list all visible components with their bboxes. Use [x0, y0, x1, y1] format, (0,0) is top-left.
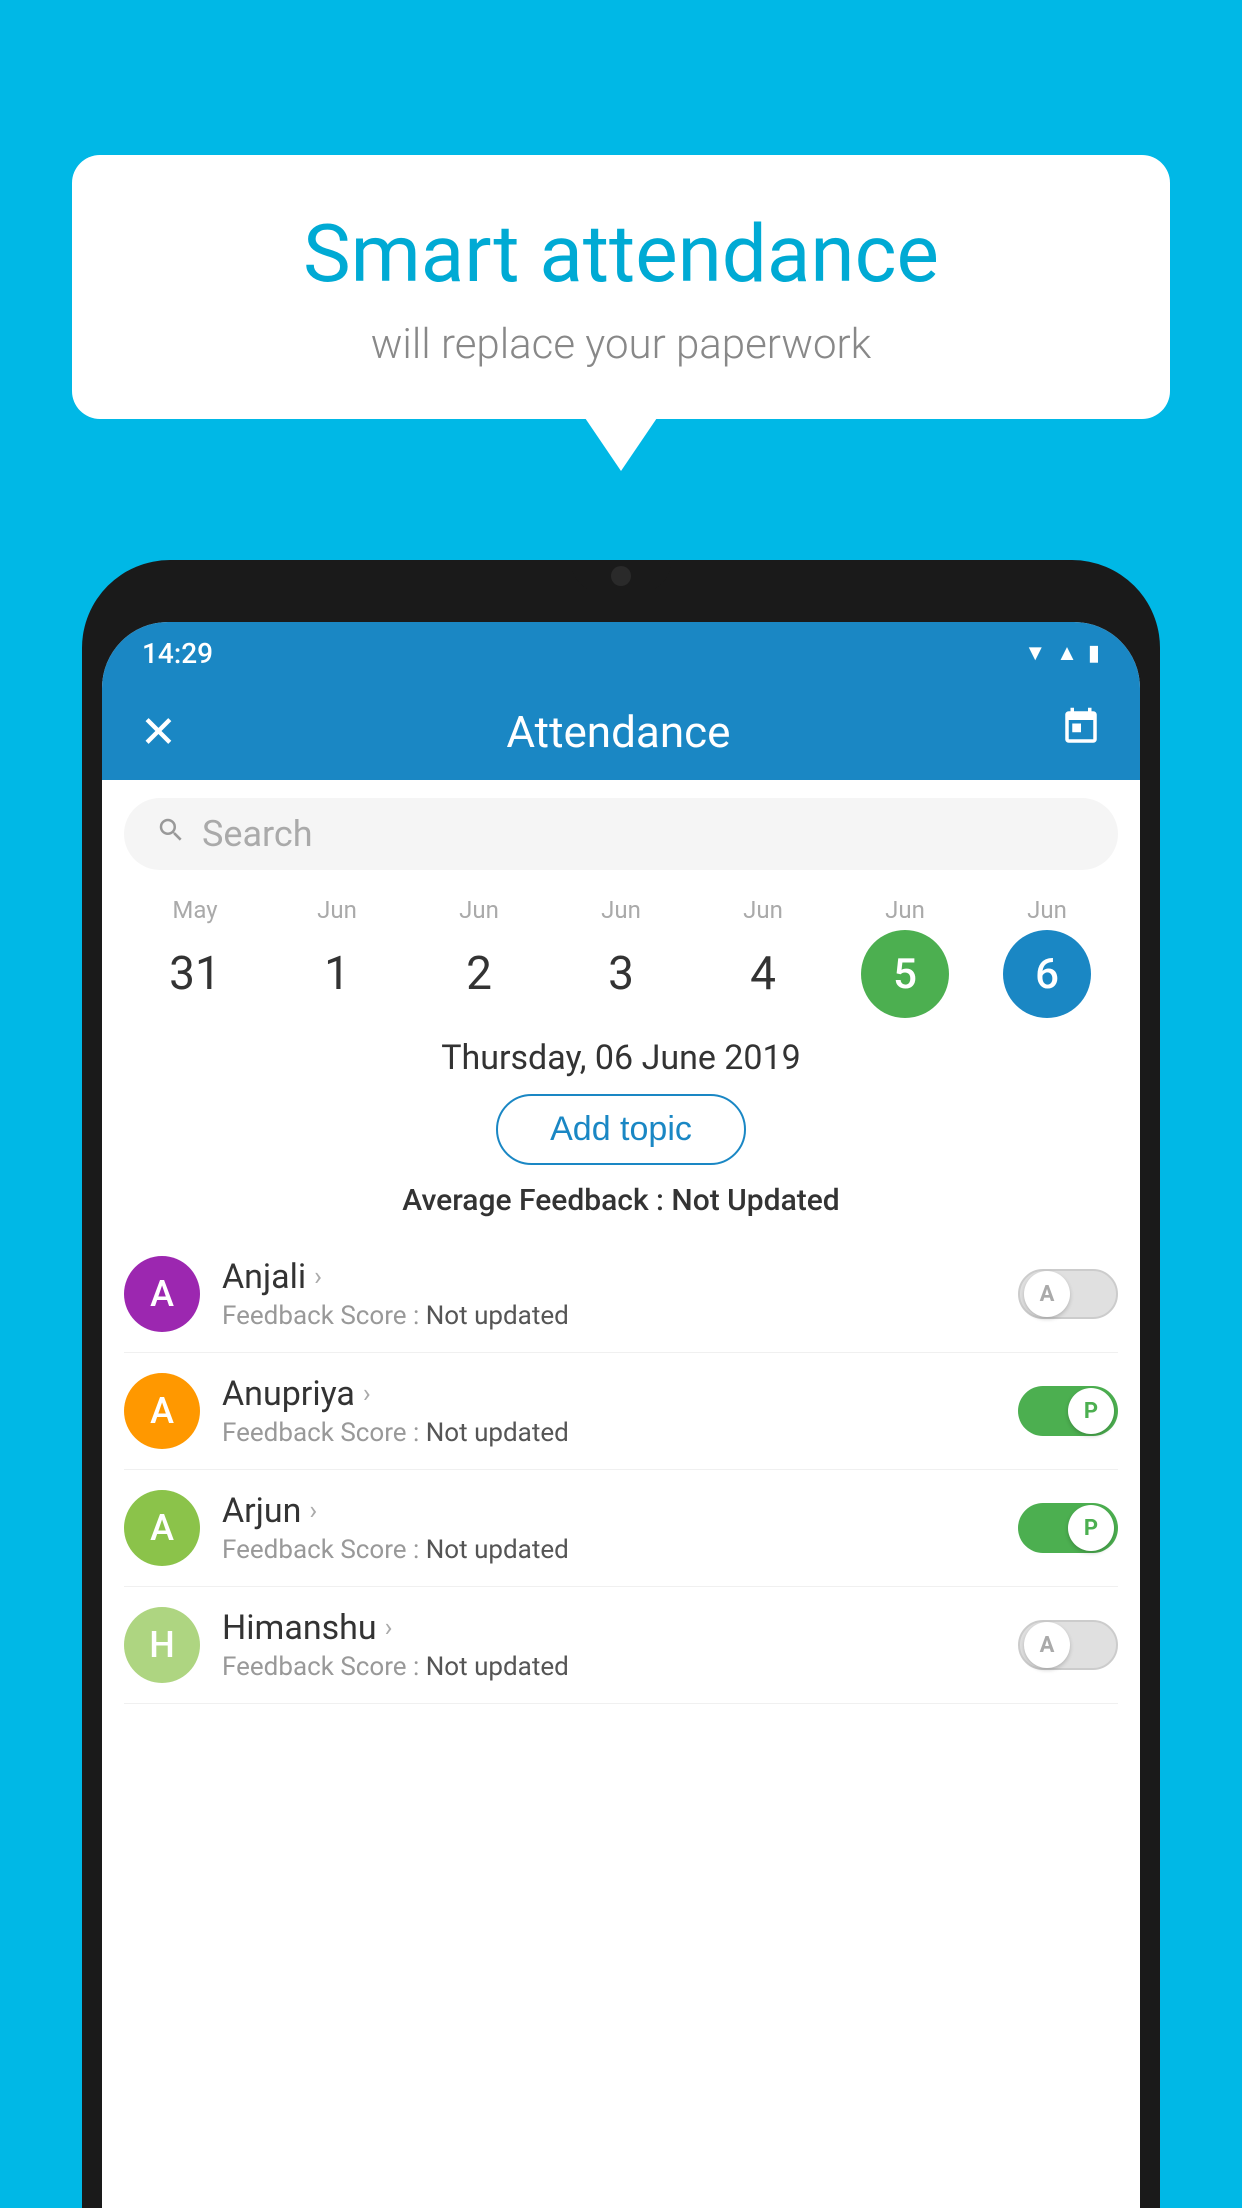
student-name-anupriya: Anupriya ›: [222, 1374, 996, 1414]
student-feedback-anjali: Feedback Score : Not updated: [222, 1301, 996, 1331]
avatar-anupriya: A: [124, 1373, 200, 1449]
signal-icon: ▲: [1056, 640, 1078, 666]
search-input[interactable]: Search: [202, 813, 1086, 855]
attendance-toggle-anjali[interactable]: A: [1018, 1269, 1118, 1319]
student-feedback-himanshu: Feedback Score : Not updated: [222, 1652, 996, 1682]
student-feedback-anupriya: Feedback Score : Not updated: [222, 1418, 996, 1448]
day-2[interactable]: 2: [429, 930, 529, 1018]
student-name-arjun: Arjun ›: [222, 1491, 996, 1531]
chevron-right-icon: ›: [309, 1496, 317, 1526]
student-item-anupriya[interactable]: A Anupriya › Feedback Score : Not update…: [124, 1353, 1118, 1470]
attendance-toggle-arjun[interactable]: P: [1018, 1503, 1118, 1553]
month-label-4: Jun: [713, 896, 813, 924]
day-6[interactable]: 6: [997, 930, 1097, 1018]
chevron-right-icon: ›: [314, 1262, 322, 1292]
toggle-knob-anjali: A: [1024, 1271, 1070, 1317]
avatar-himanshu: H: [124, 1607, 200, 1683]
chevron-right-icon: ›: [363, 1379, 371, 1409]
battery-icon: ▮: [1088, 641, 1100, 666]
search-bar[interactable]: Search: [124, 798, 1118, 870]
month-label-3: Jun: [571, 896, 671, 924]
speech-bubble-title: Smart attendance: [132, 210, 1110, 298]
student-info-anjali: Anjali › Feedback Score : Not updated: [222, 1257, 996, 1331]
student-name-himanshu: Himanshu ›: [222, 1608, 996, 1648]
date-picker: May Jun Jun Jun Jun Jun Jun 31 1 2: [102, 888, 1140, 1018]
student-item-anjali[interactable]: A Anjali › Feedback Score : Not updated …: [124, 1236, 1118, 1353]
status-icons: ▼ ▲ ▮: [1024, 640, 1100, 666]
month-label-2: Jun: [429, 896, 529, 924]
avg-feedback: Average Feedback : Not Updated: [102, 1183, 1140, 1218]
avatar-anjali: A: [124, 1256, 200, 1332]
student-item-himanshu[interactable]: H Himanshu › Feedback Score : Not update…: [124, 1587, 1118, 1704]
avatar-arjun: A: [124, 1490, 200, 1566]
day-numbers-row: 31 1 2 3 4 5 6: [124, 930, 1118, 1018]
month-labels-row: May Jun Jun Jun Jun Jun Jun: [124, 896, 1118, 924]
phone-screen: 14:29 ▼ ▲ ▮ ✕ Attendance S: [102, 622, 1140, 2208]
calendar-icon[interactable]: [1060, 706, 1102, 758]
toggle-knob-arjun: P: [1068, 1505, 1114, 1551]
student-info-himanshu: Himanshu › Feedback Score : Not updated: [222, 1608, 996, 1682]
student-item-arjun[interactable]: A Arjun › Feedback Score : Not updated P: [124, 1470, 1118, 1587]
attendance-toggle-himanshu[interactable]: A: [1018, 1620, 1118, 1670]
month-label-0: May: [145, 896, 245, 924]
day-4[interactable]: 4: [713, 930, 813, 1018]
day-5[interactable]: 5: [855, 930, 955, 1018]
front-camera: [611, 566, 631, 586]
search-icon: [156, 815, 186, 853]
speech-bubble-subtitle: will replace your paperwork: [132, 320, 1110, 369]
student-feedback-arjun: Feedback Score : Not updated: [222, 1535, 996, 1565]
phone-notch: [571, 560, 671, 592]
add-topic-button[interactable]: Add topic: [496, 1094, 746, 1165]
speech-bubble: Smart attendance will replace your paper…: [72, 155, 1170, 419]
status-bar: 14:29 ▼ ▲ ▮: [102, 622, 1140, 684]
avg-feedback-value: Not Updated: [671, 1183, 839, 1218]
day-3[interactable]: 3: [571, 930, 671, 1018]
month-label-6: Jun: [997, 896, 1097, 924]
close-button[interactable]: ✕: [140, 706, 177, 758]
chevron-right-icon: ›: [385, 1613, 393, 1643]
student-info-anupriya: Anupriya › Feedback Score : Not updated: [222, 1374, 996, 1448]
selected-date: Thursday, 06 June 2019: [102, 1038, 1140, 1078]
app-header: ✕ Attendance: [102, 684, 1140, 780]
phone-frame: 14:29 ▼ ▲ ▮ ✕ Attendance S: [82, 560, 1160, 2208]
attendance-toggle-anupriya[interactable]: P: [1018, 1386, 1118, 1436]
student-list: A Anjali › Feedback Score : Not updated …: [102, 1236, 1140, 1704]
toggle-knob-anupriya: P: [1068, 1388, 1114, 1434]
day-31[interactable]: 31: [145, 930, 245, 1018]
toggle-knob-himanshu: A: [1024, 1622, 1070, 1668]
month-label-1: Jun: [287, 896, 387, 924]
day-1[interactable]: 1: [287, 930, 387, 1018]
header-title: Attendance: [506, 706, 730, 758]
avg-feedback-label: Average Feedback :: [402, 1183, 671, 1218]
wifi-icon: ▼: [1024, 640, 1046, 666]
student-info-arjun: Arjun › Feedback Score : Not updated: [222, 1491, 996, 1565]
month-label-5: Jun: [855, 896, 955, 924]
status-time: 14:29: [142, 637, 213, 670]
student-name-anjali: Anjali ›: [222, 1257, 996, 1297]
